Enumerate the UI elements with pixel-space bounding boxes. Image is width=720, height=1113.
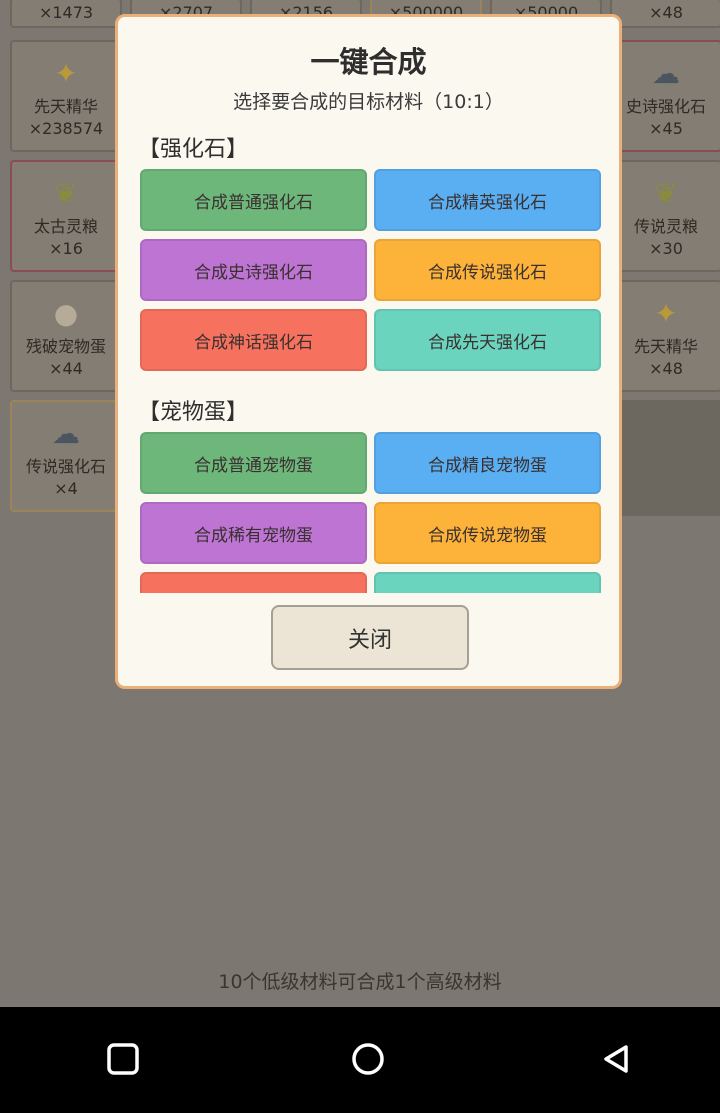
dialog-subtitle: 选择要合成的目标材料（10:1） [233, 91, 504, 113]
stone-icon: ☁ [652, 57, 680, 90]
inventory-cell[interactable]: ×1473 [10, 0, 122, 28]
synthesis-options-list[interactable]: 【强化石】 合成普通强化石 合成精英强化石 合成史诗强化石 合成传说强化石 合成… [138, 127, 608, 593]
sparkle-icon: ✦ [654, 297, 678, 330]
synthesis-hint: 10个低级材料可合成1个高级材料 [218, 971, 502, 993]
egg-icon: ● [53, 297, 79, 330]
synthesize-myth-stone-button[interactable]: 合成神话强化石 [140, 309, 367, 371]
synthesize-egg-button-partial[interactable] [374, 572, 601, 593]
back-triangle-icon [604, 1045, 628, 1073]
synthesize-legend-stone-button[interactable]: 合成传说强化石 [374, 239, 601, 301]
close-button[interactable]: 关闭 [271, 605, 469, 670]
home-button[interactable] [338, 1029, 398, 1089]
stone-icon: ☁ [52, 417, 80, 450]
synthesize-innate-stone-button[interactable]: 合成先天强化石 [374, 309, 601, 371]
synthesize-common-egg-button[interactable]: 合成普通宠物蛋 [140, 432, 367, 494]
synthesize-legend-egg-button[interactable]: 合成传说宠物蛋 [374, 502, 601, 564]
inventory-cell[interactable]: ☁ 史诗强化石 ×45 [610, 40, 720, 152]
inventory-cell[interactable]: ×48 [610, 0, 720, 28]
synthesize-rare-egg-button[interactable]: 合成稀有宠物蛋 [140, 502, 367, 564]
recent-apps-button[interactable] [93, 1029, 153, 1089]
section-title: 【宠物蛋】 [138, 400, 249, 425]
synthesis-dialog: 一键合成 选择要合成的目标材料（10:1） 【强化石】 合成普通强化石 合成精英… [115, 14, 622, 689]
inventory-cell[interactable]: ● 残破宠物蛋 ×44 [10, 280, 122, 392]
synthesize-common-stone-button[interactable]: 合成普通强化石 [140, 169, 367, 231]
synthesize-elite-stone-button[interactable]: 合成精英强化石 [374, 169, 601, 231]
inventory-cell[interactable]: ☁ 传说强化石 ×4 [10, 400, 122, 512]
grain-icon: ❦ [54, 177, 78, 210]
circle-icon [352, 1043, 384, 1075]
synthesize-epic-stone-button[interactable]: 合成史诗强化石 [140, 239, 367, 301]
system-navigation-bar [0, 1007, 720, 1113]
dialog-title: 一键合成 [310, 45, 427, 79]
inventory-cell[interactable]: ❦ 太古灵粮 ×16 [10, 160, 122, 272]
inventory-cell[interactable]: ✦ 先天精华 ×48 [610, 280, 720, 392]
inventory-cell[interactable]: ❦ 传说灵粮 ×30 [610, 160, 720, 272]
synthesize-fine-egg-button[interactable]: 合成精良宠物蛋 [374, 432, 601, 494]
sparkle-icon: ✦ [54, 57, 78, 90]
back-button[interactable] [586, 1029, 646, 1089]
inventory-cell[interactable]: ✦ 先天精华 ×238574 [10, 40, 122, 152]
square-icon [107, 1043, 139, 1075]
section-title: 【强化石】 [138, 137, 249, 162]
synthesize-egg-button-partial[interactable] [140, 572, 367, 593]
grain-icon: ❦ [654, 177, 678, 210]
